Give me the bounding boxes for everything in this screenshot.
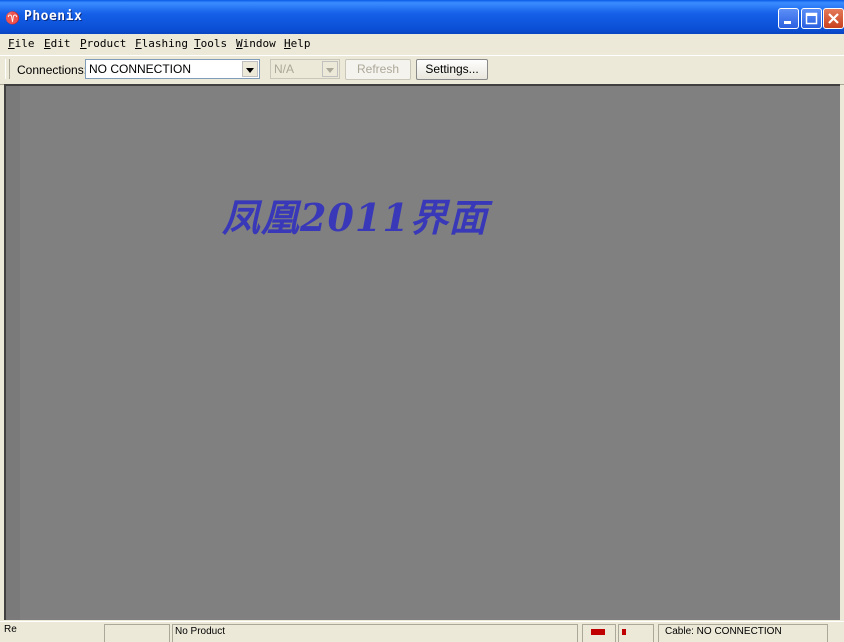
- activity-indicator-icon: [622, 629, 626, 635]
- maximize-button[interactable]: [801, 8, 822, 29]
- status-panel-product: No Product: [172, 624, 578, 642]
- phoenix-window: ♈ Phoenix File Edit Product Flashing Too…: [0, 0, 844, 642]
- status-panel-indicator: [582, 624, 616, 642]
- status-panel-cable: Cable: NO CONNECTION: [658, 624, 828, 642]
- menu-flashing[interactable]: Flashing: [135, 37, 188, 50]
- status-panel-indicator-2: [618, 624, 654, 642]
- menu-file[interactable]: File: [8, 37, 35, 50]
- connection-indicator-icon: [591, 629, 605, 635]
- mdi-workspace: 凤凰2011界面: [4, 84, 840, 620]
- minimize-icon: [784, 21, 791, 24]
- watermark-text: 凤凰2011界面: [222, 195, 488, 240]
- close-button[interactable]: [823, 8, 844, 29]
- chevron-down-icon: [322, 61, 338, 77]
- workspace-left-strip: [6, 86, 20, 620]
- connection-toolbar: Connections: NO CONNECTION N/A Refresh S…: [0, 55, 844, 85]
- status-cable-text: Cable: NO CONNECTION: [665, 626, 782, 637]
- refresh-button: Refresh: [345, 59, 411, 80]
- toolbar-grip[interactable]: [5, 59, 10, 79]
- minimize-button[interactable]: [778, 8, 799, 29]
- maximize-icon: [805, 12, 818, 25]
- connection-value: NO CONNECTION: [89, 62, 191, 76]
- status-panel-1: [104, 624, 170, 642]
- product-value: N/A: [274, 62, 295, 76]
- connections-label: Connections:: [17, 63, 88, 77]
- status-product-text: No Product: [175, 626, 226, 637]
- menu-help[interactable]: Help: [284, 37, 311, 50]
- window-title: Phoenix: [24, 9, 83, 24]
- menu-edit[interactable]: Edit: [44, 37, 71, 50]
- settings-button[interactable]: Settings...: [416, 59, 488, 80]
- menu-window[interactable]: Window: [236, 37, 276, 50]
- connection-select[interactable]: NO CONNECTION: [85, 59, 260, 79]
- close-icon: [828, 13, 839, 24]
- title-bar[interactable]: ♈ Phoenix: [0, 0, 844, 34]
- menu-bar: File Edit Product Flashing Tools Window …: [0, 34, 844, 54]
- status-ready-text: Re: [4, 624, 17, 635]
- product-select: N/A: [270, 59, 340, 79]
- status-bar: Re No Product Cable: NO CONNECTION: [0, 621, 844, 642]
- phoenix-app-icon[interactable]: ♈: [5, 10, 21, 26]
- chevron-down-icon[interactable]: [242, 61, 258, 77]
- menu-tools[interactable]: Tools: [194, 37, 227, 50]
- menu-product[interactable]: Product: [80, 37, 126, 50]
